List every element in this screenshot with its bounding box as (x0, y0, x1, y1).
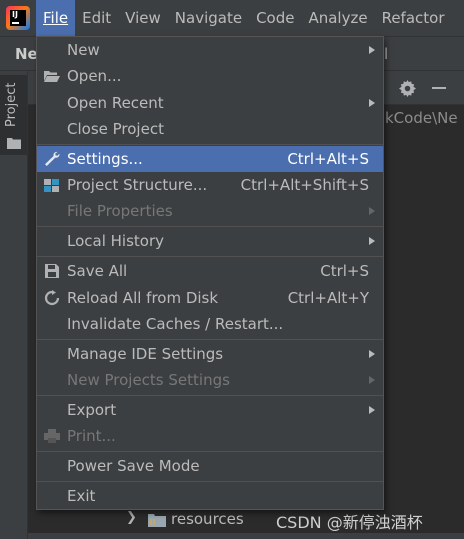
menu-item-export[interactable]: Export (37, 397, 383, 423)
menu-separator (37, 451, 383, 452)
bottom-strip (28, 533, 464, 539)
menu-item-label: Open... (67, 67, 122, 85)
menu-item-shortcut: Ctrl+S (320, 262, 369, 280)
main-menu-bar: IJ File Edit View Navigate Code Analyze … (0, 0, 464, 37)
menu-item-power-save-mode[interactable]: Power Save Mode (37, 453, 383, 479)
menu-separator (37, 395, 383, 396)
menu-item-label: New (67, 41, 100, 59)
resources-folder-icon (148, 514, 166, 527)
menu-item-shortcut: Ctrl+Alt+S (287, 150, 369, 168)
menu-item-local-history[interactable]: Local History (37, 228, 383, 254)
menu-item-reload-all[interactable]: Reload All from Disk Ctrl+Alt+Y (37, 285, 383, 311)
menu-file[interactable]: File (36, 0, 76, 37)
menu-refactor[interactable]: Refactor (375, 0, 452, 37)
tree-item-label: resources (171, 510, 244, 528)
menu-separator (37, 481, 383, 482)
gear-icon[interactable] (399, 80, 416, 97)
menu-item-open-recent[interactable]: Open Recent (37, 90, 383, 116)
chevron-right-icon[interactable]: ❯ (126, 510, 137, 525)
submenu-arrow-icon (369, 46, 375, 54)
menu-item-exit[interactable]: Exit (37, 483, 383, 509)
menu-item-label: Manage IDE Settings (67, 345, 224, 363)
project-name-crumb[interactable]: Ne (15, 37, 38, 71)
submenu-arrow-icon (369, 406, 375, 414)
menu-item-label: File Properties (67, 202, 173, 220)
wrench-icon (45, 151, 60, 166)
project-path-text: kCode\Ne (385, 109, 458, 127)
menu-item-label: Local History (67, 232, 165, 250)
project-tool-tab[interactable]: Project (0, 75, 27, 155)
menu-item-label: Export (67, 401, 117, 419)
watermark: CSDN @新停浊酒杯 (276, 513, 423, 532)
menu-code[interactable]: Code (249, 0, 301, 37)
reload-icon (44, 290, 60, 306)
menu-view[interactable]: View (118, 0, 168, 37)
menu-item-label: Close Project (67, 120, 164, 138)
menu-navigate[interactable]: Navigate (168, 0, 249, 37)
submenu-arrow-icon (369, 99, 375, 107)
save-icon (45, 264, 59, 278)
submenu-arrow-icon (369, 376, 375, 384)
file-menu-dropdown: New Open... Open Recent Close Project Se… (36, 36, 384, 510)
open-folder-icon (44, 71, 60, 82)
menu-item-label: Invalidate Caches / Restart... (67, 315, 284, 333)
menu-item-shortcut: Ctrl+Alt+Y (287, 289, 369, 307)
intellij-idea-logo-icon: IJ (6, 6, 30, 30)
menu-item-label: Settings... (67, 150, 143, 168)
menu-analyze[interactable]: Analyze (301, 0, 374, 37)
left-tool-strip: Project (0, 71, 28, 539)
menu-item-label: New Projects Settings (67, 371, 230, 389)
menu-item-label: Print... (67, 427, 116, 445)
menu-separator (37, 339, 383, 340)
submenu-arrow-icon (369, 237, 375, 245)
submenu-arrow-icon (369, 207, 375, 215)
submenu-arrow-icon (369, 350, 375, 358)
menu-separator (37, 144, 383, 145)
menu-separator (37, 256, 383, 257)
project-structure-icon (44, 179, 59, 192)
menu-item-label: Reload All from Disk (67, 289, 219, 307)
project-tab-label: Project (4, 82, 19, 127)
menu-item-label: Save All (67, 262, 128, 280)
menu-item-label: Project Structure... (67, 176, 208, 194)
menu-item-label: Exit (67, 487, 96, 505)
menu-item-project-structure[interactable]: Project Structure... Ctrl+Alt+Shift+S (37, 172, 383, 198)
hide-toolwindow-icon[interactable] (432, 87, 446, 89)
menu-item-new[interactable]: New (37, 37, 383, 63)
print-icon (44, 429, 60, 443)
navbar-fragment: l (384, 45, 389, 63)
menu-edit[interactable]: Edit (75, 0, 118, 37)
menu-item-manage-ide-settings[interactable]: Manage IDE Settings (37, 341, 383, 367)
menu-item-print[interactable]: Print... (37, 423, 383, 449)
menu-item-label: Open Recent (67, 94, 164, 112)
menu-item-close-project[interactable]: Close Project (37, 116, 383, 142)
menu-item-label: Power Save Mode (67, 457, 200, 475)
menu-separator (37, 226, 383, 227)
project-folder-icon (7, 138, 21, 149)
menu-item-open[interactable]: Open... (37, 63, 383, 89)
menu-item-save-all[interactable]: Save All Ctrl+S (37, 258, 383, 284)
menu-item-new-projects-settings[interactable]: New Projects Settings (37, 367, 383, 393)
menu-item-settings[interactable]: Settings... Ctrl+Alt+S (37, 146, 383, 172)
menu-item-shortcut: Ctrl+Alt+Shift+S (240, 176, 369, 194)
menu-item-invalidate-caches[interactable]: Invalidate Caches / Restart... (37, 311, 383, 337)
menu-item-file-properties[interactable]: File Properties (37, 198, 383, 224)
